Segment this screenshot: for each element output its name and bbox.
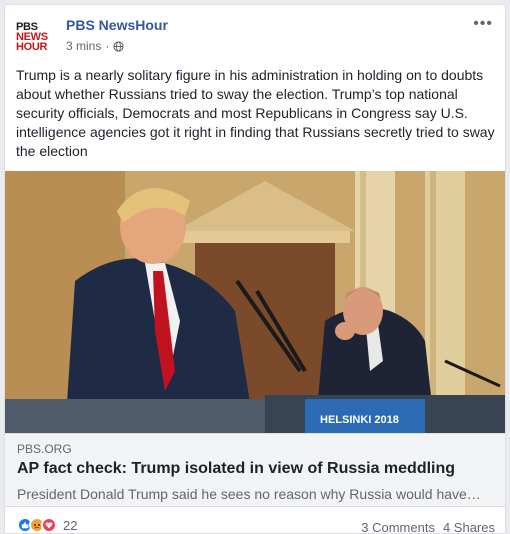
pbs-newshour-logo[interactable]: PBS NEWS HOUR <box>16 17 56 57</box>
link-domain: PBS.ORG <box>17 442 72 456</box>
post-text: Trump is a nearly solitary figure in his… <box>16 67 495 159</box>
comments-count-link[interactable]: 3 Comments <box>361 520 435 533</box>
post-meta: 3 mins · <box>66 39 124 53</box>
helsinki-banner-text: HELSINKI 2018 <box>320 414 399 426</box>
post-header: PBS NEWS HOUR PBS NewsHour 3 mins · ••• <box>16 15 493 59</box>
link-preview[interactable]: PBS.ORG AP fact check: Trump isolated in… <box>5 433 505 507</box>
link-description: President Donald Trump said he sees no r… <box>17 486 481 502</box>
reaction-count: 22 <box>63 517 78 533</box>
more-options-icon[interactable]: ••• <box>473 16 493 32</box>
love-reaction-icon <box>41 517 57 533</box>
shares-count-link[interactable]: 4 Shares <box>443 520 495 533</box>
engagement-counts: 3 Comments 4 Shares <box>361 520 495 533</box>
link-image[interactable]: HELSINKI 2018 <box>5 171 505 433</box>
meta-separator: · <box>105 39 110 53</box>
page-name-link[interactable]: PBS NewsHour <box>66 17 168 33</box>
post-card: PBS NEWS HOUR PBS NewsHour 3 mins · ••• … <box>4 4 506 534</box>
post-footer: 22 3 Comments 4 Shares <box>5 507 505 533</box>
logo-line-3: HOUR <box>16 41 48 53</box>
link-title[interactable]: AP fact check: Trump isolated in view of… <box>17 460 455 478</box>
reactions-summary[interactable]: 22 <box>17 517 77 533</box>
press-conference-photo: HELSINKI 2018 <box>5 171 505 433</box>
globe-icon[interactable] <box>113 40 124 52</box>
post-timestamp[interactable]: 3 mins <box>66 39 101 53</box>
